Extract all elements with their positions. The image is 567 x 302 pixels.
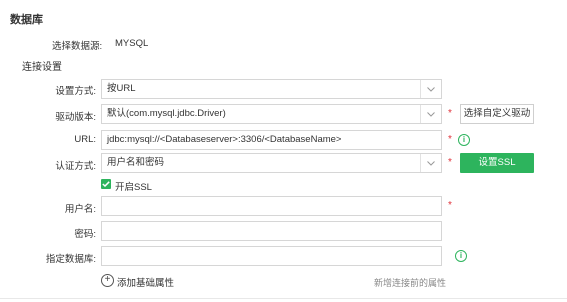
chevron-down-icon — [420, 154, 441, 172]
custom-driver-button[interactable]: 选择自定义驱动 — [460, 104, 534, 124]
connection-title: 连接设置 — [22, 62, 62, 73]
datasource-value: MYSQL — [115, 38, 149, 49]
chevron-down-icon — [420, 105, 441, 123]
add-property-button[interactable]: 添加基础属性 — [117, 275, 174, 289]
url-value: jdbc:mysql://<Databaseserver>:3306/<Data… — [107, 134, 342, 145]
new-property-hint: 新增连接前的属性 — [374, 278, 447, 288]
required-marker: * — [448, 200, 452, 211]
checkmark-icon — [102, 181, 110, 187]
username-label: 用户名: — [64, 204, 96, 215]
info-icon[interactable]: i — [458, 134, 470, 146]
chevron-down-icon — [420, 80, 441, 98]
auth-value: 用户名和密码 — [107, 157, 165, 168]
plus-icon[interactable]: + — [101, 274, 114, 287]
username-input[interactable] — [101, 196, 442, 216]
set-ssl-button[interactable]: 设置SSL — [460, 153, 534, 173]
required-marker: * — [448, 134, 452, 145]
method-value: 按URL — [107, 83, 136, 94]
ssl-checkbox-label[interactable]: 开启SSL — [115, 179, 152, 193]
auth-select[interactable]: 用户名和密码 — [101, 153, 442, 173]
url-input[interactable]: jdbc:mysql://<Databaseserver>:3306/<Data… — [101, 130, 442, 150]
auth-label: 认证方式: — [55, 161, 96, 172]
database-label: 指定数据库: — [45, 254, 96, 265]
method-select[interactable]: 按URL — [101, 79, 442, 99]
required-marker: * — [448, 157, 452, 168]
ssl-checkbox[interactable] — [101, 179, 111, 189]
datasource-label: 选择数据源: — [52, 41, 103, 52]
password-label: 密码: — [74, 229, 96, 240]
required-marker: * — [448, 108, 452, 119]
driver-select[interactable]: 默认(com.mysql.jdbc.Driver) — [101, 104, 442, 124]
method-label: 设置方式: — [55, 86, 96, 97]
divider — [0, 298, 567, 299]
driver-value: 默认(com.mysql.jdbc.Driver) — [107, 108, 226, 119]
database-input[interactable] — [101, 246, 442, 266]
password-input[interactable] — [101, 221, 442, 241]
section-title: 数据库 — [10, 14, 43, 26]
info-icon[interactable]: i — [455, 250, 467, 262]
driver-label: 驱动版本: — [55, 112, 96, 123]
url-label: URL: — [74, 134, 96, 145]
